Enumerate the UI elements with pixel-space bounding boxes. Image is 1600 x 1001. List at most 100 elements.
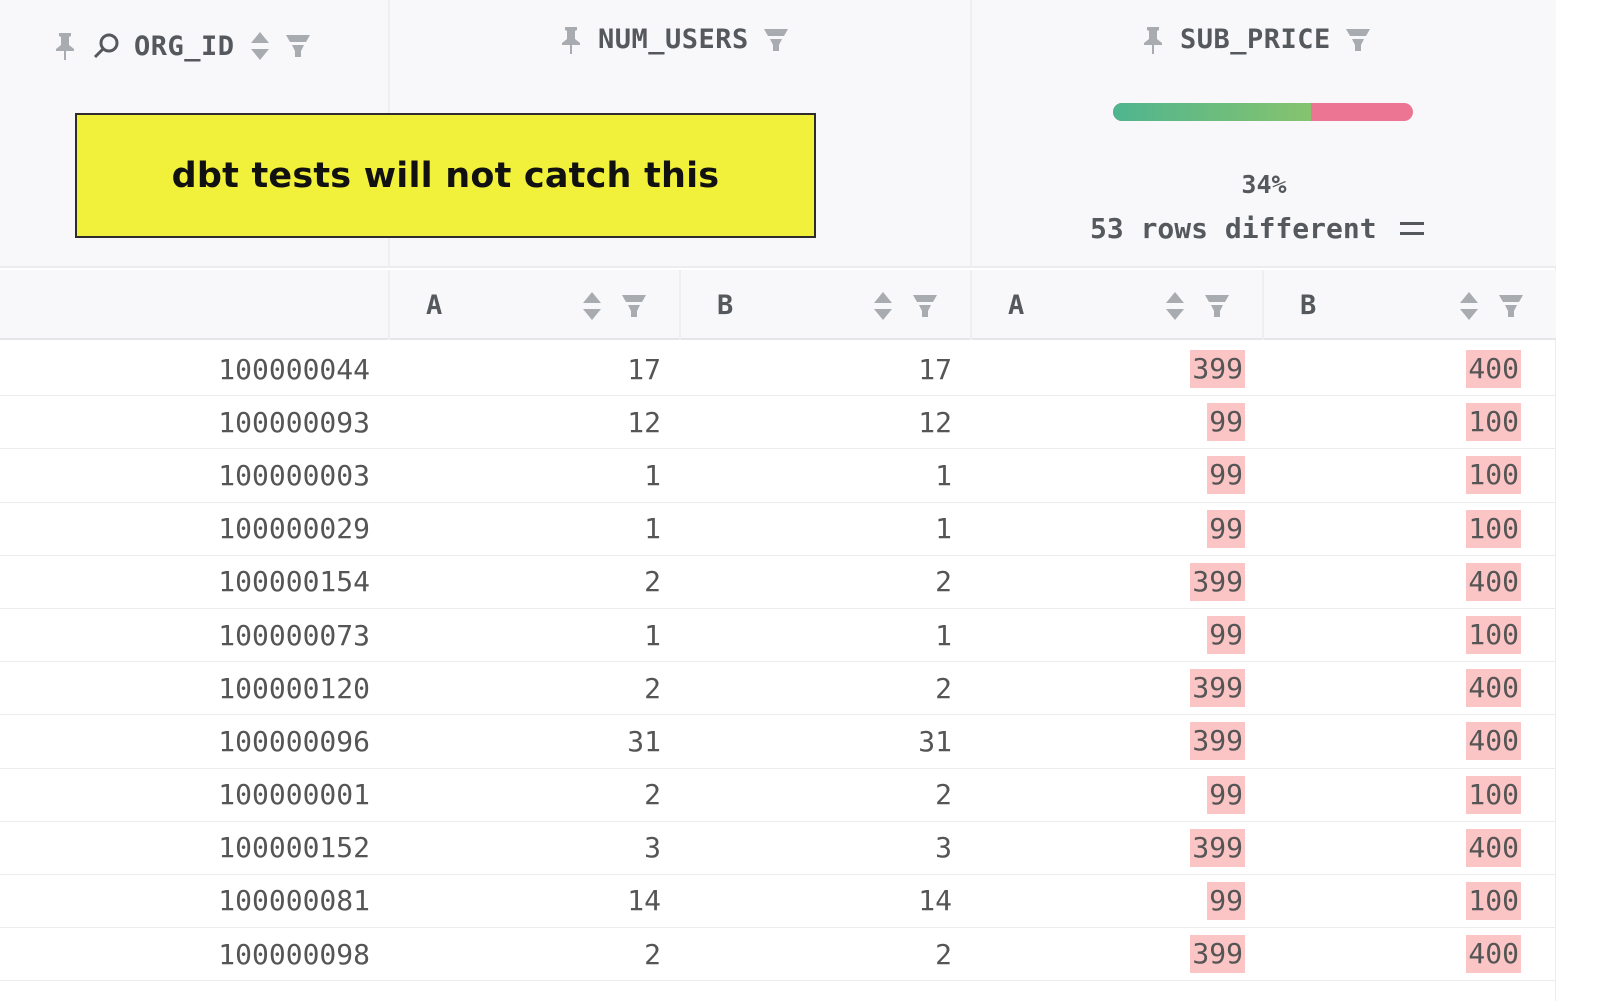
sub-price-header-label-group: SUB_PRICE [1140,24,1371,55]
cell-num-users-b: 12 [681,396,952,448]
cell-sub-price-b: 400 [1264,715,1521,767]
filter-icon[interactable] [1345,27,1371,53]
table-row[interactable]: 100000081 14 14 99 100 [0,875,1556,929]
diff-cell-value: 99 [1207,509,1245,548]
cell-num-users-b: 2 [681,662,952,714]
cell-sub-price-b: 100 [1264,609,1521,661]
table-row[interactable]: 100000154 2 2 399 400 [0,556,1556,609]
diff-cell-value: 100 [1466,881,1521,920]
table-row[interactable]: 100000096 31 31 399 400 [0,715,1556,769]
cell-value: 2 [935,937,952,971]
rows-different-label: 53 rows different [1090,212,1377,245]
filter-icon[interactable] [912,290,938,322]
cell-sub-price-b: 100 [1264,769,1521,821]
table-row[interactable]: 100000003 1 1 99 100 [0,449,1556,503]
cell-sub-price-a: 99 [972,769,1245,821]
table-row[interactable]: 100000120 2 2 399 400 [0,662,1556,716]
sub-header-sub-price-a: A [972,270,1264,340]
cell-sub-price-b: 100 [1264,875,1521,927]
search-icon[interactable] [92,32,120,60]
cell-org-id: 100000154 [0,556,370,608]
cell-sub-price-a: 99 [972,875,1245,927]
cell-num-users-a: 2 [390,556,661,608]
cell-value: 100000096 [218,724,370,758]
diff-cell-value: 399 [1190,350,1245,389]
diff-cell-value: 399 [1190,935,1245,974]
sort-icon[interactable] [1164,290,1186,322]
cell-sub-price-a: 99 [972,396,1245,448]
pin-icon[interactable] [558,25,584,55]
sub-header-label: B [717,290,734,321]
callout-banner: dbt tests will not catch this [75,113,816,238]
sort-icon[interactable] [249,30,271,62]
filter-icon[interactable] [621,290,647,322]
table-row[interactable]: 100000098 2 2 399 400 [0,928,1556,982]
cell-value: 31 [627,724,661,758]
diff-cell-value: 400 [1466,350,1521,389]
table-row[interactable]: 100000093 12 12 99 100 [0,396,1556,450]
sub-header-num-users-a: A [390,270,681,340]
cell-sub-price-b: 400 [1264,343,1521,395]
cell-value: 100000001 [218,778,370,812]
cell-num-users-a: 1 [390,503,661,555]
data-diff-grid: ORG_ID NUM_USERS SUB_PRICE 34% 53 rows d… [0,0,1556,1001]
sub-header-sub-price-b: B [1264,270,1556,340]
cell-sub-price-b: 100 [1264,503,1521,555]
pin-icon[interactable] [52,31,78,61]
filter-icon[interactable] [1204,290,1230,322]
sub-header-org-empty [0,270,390,340]
cell-num-users-a: 14 [390,875,661,927]
cell-value: 100000154 [218,565,370,599]
num-users-header-label: NUM_USERS [598,24,749,55]
cell-num-users-b: 17 [681,343,952,395]
sort-icon[interactable] [581,290,603,322]
sort-icon[interactable] [1458,290,1480,322]
cell-value: 2 [644,937,661,971]
diff-cell-value: 400 [1466,935,1521,974]
diff-cell-value: 400 [1466,562,1521,601]
diff-cell-value: 399 [1190,669,1245,708]
cell-num-users-a: 1 [390,449,661,501]
equals-icon[interactable] [1399,219,1425,239]
table-row[interactable]: 100000044 17 17 399 400 [0,343,1556,397]
cell-value: 100000073 [218,618,370,652]
cell-num-users-a: 3 [390,822,661,874]
cell-org-id: 100000044 [0,343,370,395]
pin-icon[interactable] [1140,25,1166,55]
cell-sub-price-b: 400 [1264,928,1521,980]
diff-cell-value: 100 [1466,616,1521,655]
column-header-band: ORG_ID NUM_USERS SUB_PRICE 34% 53 rows d… [0,0,1556,268]
table-row[interactable]: 100000001 2 2 99 100 [0,769,1556,822]
cell-sub-price-a: 99 [972,449,1245,501]
cell-org-id: 100000098 [0,928,370,980]
sort-icon[interactable] [872,290,894,322]
cell-num-users-a: 2 [390,662,661,714]
cell-value: 100000044 [218,352,370,386]
table-row[interactable]: 100000152 3 3 399 400 [0,822,1556,875]
diff-percent: 34% [1241,170,1287,199]
table-row[interactable]: 100000073 1 1 99 100 [0,609,1556,663]
cell-num-users-b: 1 [681,449,952,501]
cell-num-users-a: 1 [390,609,661,661]
cell-num-users-b: 3 [681,822,952,874]
cell-sub-price-b: 100 [1264,449,1521,501]
cell-sub-price-b: 400 [1264,822,1521,874]
filter-icon[interactable] [763,27,789,53]
column-header-sub-price: SUB_PRICE 34% 53 rows different [972,0,1556,268]
filter-icon[interactable] [285,33,311,59]
cell-org-id: 100000073 [0,609,370,661]
diff-cell-value: 99 [1207,616,1245,655]
cell-num-users-b: 1 [681,609,952,661]
cell-value: 1 [644,512,661,546]
cell-sub-price-b: 100 [1264,396,1521,448]
cell-value: 2 [935,671,952,705]
cell-value: 100000098 [218,937,370,971]
cell-org-id: 100000029 [0,503,370,555]
diff-cell-value: 400 [1466,722,1521,761]
cell-value: 17 [627,352,661,386]
table-row[interactable]: 100000029 1 1 99 100 [0,503,1556,556]
cell-value: 1 [935,458,952,492]
cell-value: 100000029 [218,512,370,546]
diff-cell-value: 100 [1466,403,1521,442]
filter-icon[interactable] [1498,290,1524,322]
